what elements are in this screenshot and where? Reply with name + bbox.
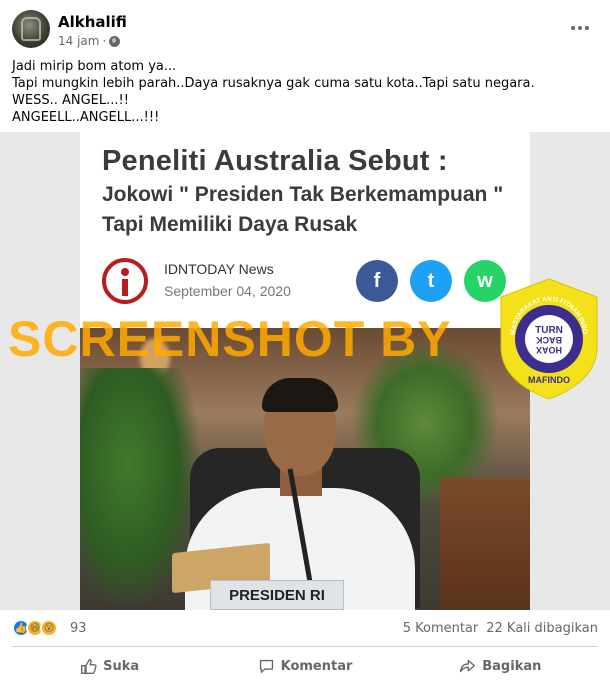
post-meta: 14 jam · xyxy=(58,34,121,48)
article-headline: Peneliti Australia Sebut : Jokowi " Pres… xyxy=(102,144,522,238)
shares-count[interactable]: 22 Kali dibagikan xyxy=(486,621,598,636)
comment-label: Komentar xyxy=(280,658,353,674)
thumbs-up-icon xyxy=(81,658,97,674)
share-arrow-icon xyxy=(460,659,476,672)
avatar[interactable] xyxy=(12,10,50,48)
watermark-text: SCREENSHOT BY xyxy=(8,311,452,367)
headline-line: Tapi Memiliki Daya Rusak xyxy=(102,213,358,236)
svg-text:MAFINDO: MAFINDO xyxy=(528,375,570,385)
post-text-line: WESS.. ANGEL...!! xyxy=(12,93,129,108)
divider xyxy=(12,646,598,647)
source-date: September 04, 2020 xyxy=(164,283,291,299)
post-text-line: Tapi mungkin lebih parah..Daya rusaknya … xyxy=(12,76,535,91)
svg-text:HOAX: HOAX xyxy=(536,345,562,355)
more-options-icon[interactable] xyxy=(562,16,598,40)
like-label: Suka xyxy=(103,658,140,674)
president-photo: PRESIDEN RI xyxy=(80,328,530,610)
comment-icon xyxy=(259,659,273,673)
post-text: Jadi mirip bom atom ya... Tapi mungkin l… xyxy=(12,58,598,126)
source-name: IDNTODAY News xyxy=(164,261,274,277)
engagement-counts: 5 Komentar 22 Kali dibagikan xyxy=(403,621,598,636)
post-actions: Suka Komentar Bagikan xyxy=(12,650,598,682)
headline-line: Jokowi " Presiden Tak Berkemampuan " xyxy=(102,183,504,206)
post-header: Alkhalifi 14 jam · xyxy=(12,10,598,54)
nameplate: PRESIDEN RI xyxy=(210,580,344,610)
svg-text:BACK: BACK xyxy=(536,335,562,345)
source-logo-icon xyxy=(102,258,148,304)
post-time[interactable]: 14 jam xyxy=(58,34,99,48)
post-image[interactable]: Peneliti Australia Sebut : Jokowi " Pres… xyxy=(0,132,610,610)
share-label: Bagikan xyxy=(482,658,542,674)
reactions-count[interactable]: 93 xyxy=(70,621,87,636)
facebook-post-card: Alkhalifi 14 jam · Jadi mirip bom atom y… xyxy=(0,0,610,685)
post-text-line: Jadi mirip bom atom ya... xyxy=(12,59,177,74)
post-text-line: ANGEELL..ANGELL...!!! xyxy=(12,110,160,125)
globe-icon xyxy=(109,35,121,47)
headline-line: Peneliti Australia Sebut : xyxy=(102,145,448,177)
author-name[interactable]: Alkhalifi xyxy=(58,13,127,31)
svg-text:TURN: TURN xyxy=(535,325,563,336)
facebook-icon: f xyxy=(356,260,398,302)
mafindo-badge-icon: MASYARAKAT ANTI FITNAH INDONESIA TURN BA… xyxy=(495,272,601,401)
wow-reaction-icon: 😮 xyxy=(40,619,58,637)
post-stats: 👍 😆 😮 93 5 Komentar 22 Kali dibagikan xyxy=(12,616,598,642)
comment-button[interactable]: Komentar xyxy=(207,650,402,682)
comments-count[interactable]: 5 Komentar xyxy=(403,621,479,636)
like-button[interactable]: Suka xyxy=(12,650,207,682)
reactions-summary[interactable]: 👍 😆 😮 xyxy=(12,619,58,637)
twitter-icon: t xyxy=(410,260,452,302)
share-button[interactable]: Bagikan xyxy=(403,650,598,682)
meta-separator: · xyxy=(102,34,107,48)
